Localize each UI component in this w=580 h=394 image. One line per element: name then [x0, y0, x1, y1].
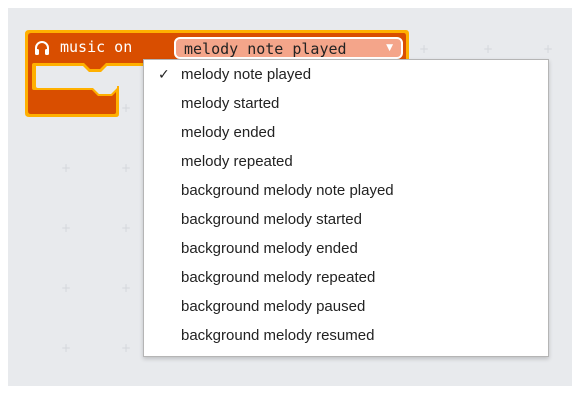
menu-item-label: melody note played — [181, 66, 312, 83]
menu-item-label: background melody ended — [181, 240, 358, 257]
menu-item-label: background melody resumed — [181, 327, 375, 344]
menu-item-melody-started[interactable]: melody started — [144, 90, 548, 118]
event-dropdown[interactable]: melody note played ▼ — [174, 37, 403, 59]
menu-item-melody-note-played[interactable]: ✓ melody note played — [144, 61, 548, 89]
headphone-icon — [35, 41, 49, 55]
menu-item-melody-ended[interactable]: melody ended — [144, 119, 548, 147]
grid-marker: + — [61, 221, 72, 235]
menu-item-background-melody-resumed[interactable]: background melody resumed — [144, 322, 548, 350]
menu-item-label: background melody started — [181, 211, 362, 228]
menu-item-label: background melody note played — [181, 182, 394, 199]
menu-item-background-melody-ended[interactable]: background melody ended — [144, 235, 548, 263]
grid-marker: + — [121, 161, 132, 175]
grid-marker: + — [419, 42, 430, 56]
menu-item-label: melody ended — [181, 124, 276, 141]
menu-item-label: background melody paused — [181, 298, 366, 315]
chevron-down-icon: ▼ — [386, 43, 393, 53]
grid-marker: + — [61, 341, 72, 355]
menu-item-melody-repeated[interactable]: melody repeated — [144, 148, 548, 176]
grid-marker: + — [61, 161, 72, 175]
grid-marker: + — [121, 221, 132, 235]
block-label: music on — [60, 38, 133, 56]
checkmark-icon: ✓ — [158, 67, 170, 83]
grid-marker: + — [543, 42, 554, 56]
menu-item-background-melody-note-played[interactable]: background melody note played — [144, 177, 548, 205]
grid-marker: + — [121, 281, 132, 295]
dropdown-menu: ✓ melody note played melody started melo… — [143, 59, 549, 357]
menu-item-background-melody-repeated[interactable]: background melody repeated — [144, 264, 548, 292]
grid-marker: + — [121, 341, 132, 355]
grid-marker: + — [61, 281, 72, 295]
menu-item-label: melody started — [181, 95, 280, 112]
menu-item-label: background melody repeated — [181, 269, 376, 286]
menu-item-background-melody-paused[interactable]: background melody paused — [144, 293, 548, 321]
menu-item-label: melody repeated — [181, 153, 293, 170]
menu-item-background-melody-started[interactable]: background melody started — [144, 206, 548, 234]
grid-marker: + — [483, 42, 494, 56]
dropdown-selected-value: melody note played — [184, 40, 347, 58]
